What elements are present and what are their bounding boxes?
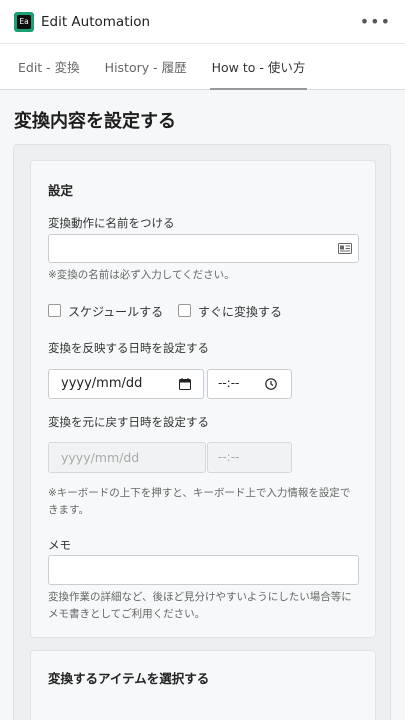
more-options-button[interactable]: ••• xyxy=(360,13,391,30)
tab-how-to[interactable]: How to - 使い方 xyxy=(209,44,308,90)
tab-history[interactable]: History - 履歴 xyxy=(105,44,187,89)
schedule-label: スケジュールする xyxy=(68,305,164,319)
app-logo: Ea xyxy=(14,11,34,32)
revert-time-value: --:-- xyxy=(218,450,240,464)
immediate-label: すぐに変換する xyxy=(198,305,283,319)
memo-hint: 変換作業の詳細など、後ほど見分けやすいようにしたい場合等にメモ書きとしてご利用く… xyxy=(48,591,352,620)
contact-card-icon xyxy=(338,243,352,254)
clock-icon[interactable] xyxy=(265,378,277,390)
revert-datetime-label: 変換を元に戻す日時を設定する xyxy=(48,415,209,429)
name-label: 変換動作に名前をつける xyxy=(48,216,175,230)
immediate-checkbox[interactable] xyxy=(178,304,191,317)
apply-date-value: yyyy/mm/dd xyxy=(61,376,143,391)
name-input[interactable] xyxy=(48,234,359,263)
settings-card: 設定 変換動作に名前をつける ※変換の名前は必ず入力してください。 スケジュール… xyxy=(30,160,376,638)
name-hint: ※変換の名前は必ず入力してください。 xyxy=(48,269,235,281)
app-title: Edit Automation xyxy=(41,13,151,30)
items-section-title: 変換するアイテムを選択する xyxy=(48,671,210,686)
revert-time-input[interactable]: --:-- xyxy=(207,442,292,473)
apply-datetime-label: 変換を反映する日時を設定する xyxy=(48,341,209,355)
tab-edit[interactable]: Edit - 変換 xyxy=(18,44,80,89)
app-logo-text: Ea xyxy=(17,14,31,29)
apply-time-input[interactable]: --:-- xyxy=(207,369,292,399)
apply-date-input[interactable]: yyyy/mm/dd xyxy=(48,369,204,399)
page-title: 変換内容を設定する xyxy=(14,111,176,132)
memo-input[interactable] xyxy=(48,555,359,585)
keyboard-hint: ※キーボードの上下を押すと、キーボード上で入力情報を設定できます。 xyxy=(48,487,351,516)
calendar-icon[interactable] xyxy=(179,378,191,390)
items-card: 変換するアイテムを選択する xyxy=(30,650,376,720)
settings-title: 設定 xyxy=(48,183,74,198)
revert-date-value: yyyy/mm/dd xyxy=(61,450,140,465)
app-header: Ea Edit Automation ••• xyxy=(0,0,405,44)
revert-date-input[interactable]: yyyy/mm/dd xyxy=(48,442,206,473)
apply-time-value: --:-- xyxy=(218,376,240,390)
memo-label: メモ xyxy=(48,538,71,552)
tab-bar: Edit - 変換 History - 履歴 How to - 使い方 xyxy=(0,44,405,90)
schedule-checkbox[interactable] xyxy=(48,304,61,317)
